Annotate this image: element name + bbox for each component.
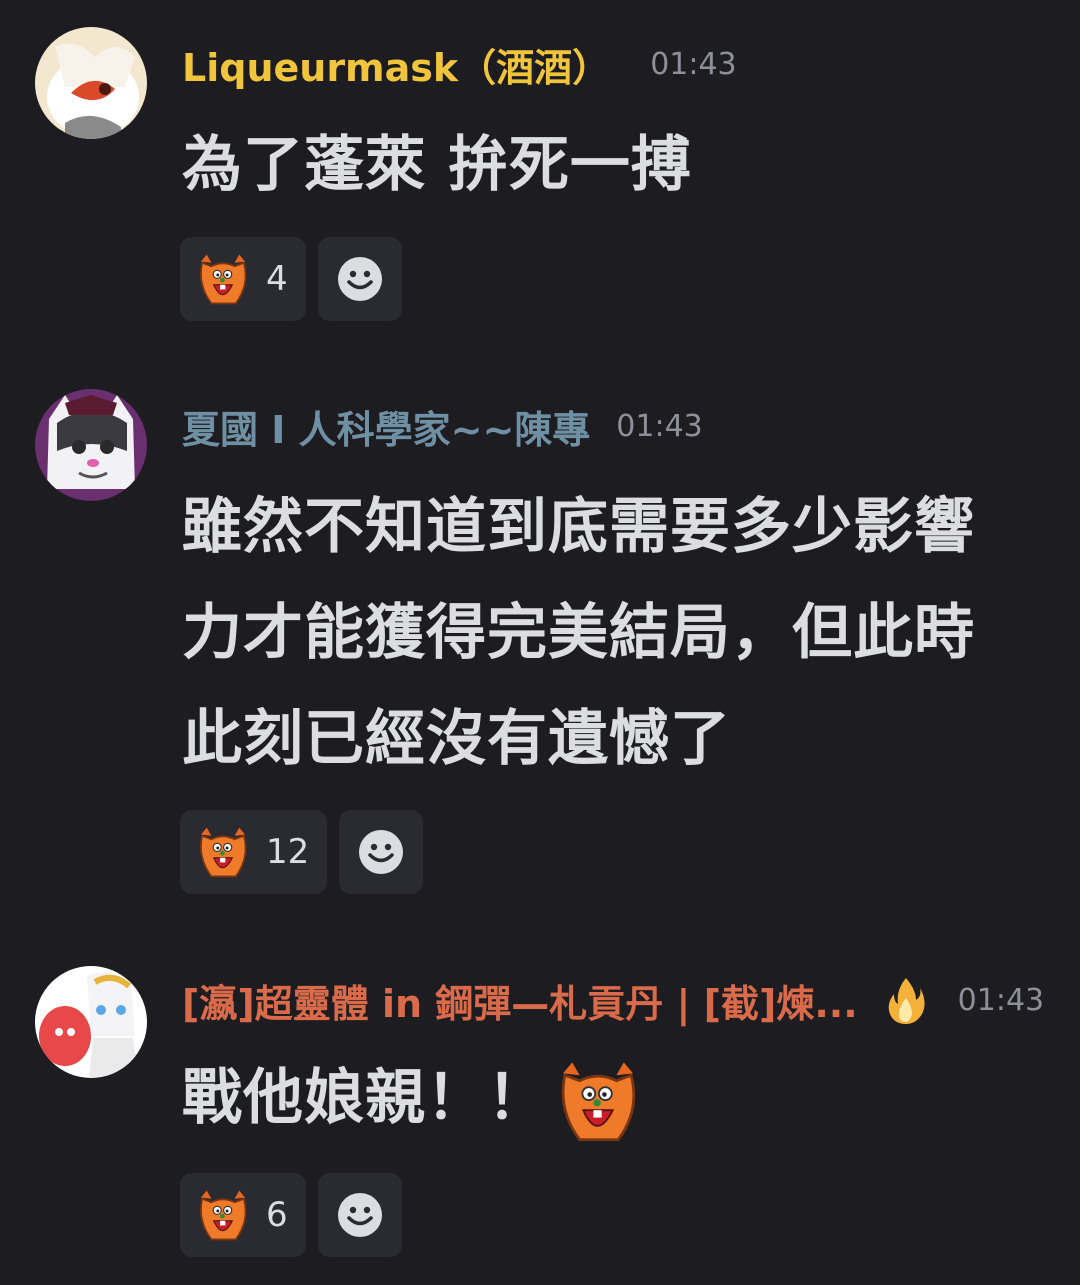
username[interactable]: Liqueurmask（酒酒） <box>182 37 610 92</box>
message-line: 為了蓬萊 拚死一搏 <box>182 130 692 200</box>
smiley-face-icon <box>336 255 384 303</box>
avatar[interactable] <box>35 389 147 501</box>
avatar[interactable] <box>35 966 147 1078</box>
reaction-button[interactable]: 6 <box>180 1173 306 1257</box>
username[interactable]: [瀛]超靈體 in 鋼彈—札貢丹 | [截]煉... <box>182 973 858 1028</box>
reaction-count: 4 <box>266 259 288 299</box>
message-line: 雖然不知道到底需要多少影響 <box>182 492 975 562</box>
smiley-face-icon <box>357 828 405 876</box>
message-header: [瀛]超靈體 in 鋼彈—札貢丹 | [截]煉... 01:43 <box>182 970 1044 1030</box>
message-text: 戰他娘親！！ <box>182 1063 548 1133</box>
orange-squirrel-emoji <box>194 250 252 308</box>
message-content: 為了蓬萊 拚死一搏 <box>182 112 692 218</box>
reaction-button[interactable]: 4 <box>180 237 306 321</box>
message-header: 夏國 I 人科學家~~陳專 01:43 <box>182 396 703 456</box>
message-content: 戰他娘親！！ <box>182 1045 644 1151</box>
orange-squirrel-emoji <box>552 1055 644 1147</box>
avatar[interactable] <box>35 27 147 139</box>
timestamp: 01:43 <box>616 408 703 444</box>
reactions-bar: 4 <box>180 237 402 321</box>
reaction-count: 12 <box>266 832 310 872</box>
message-line: 此刻已經沒有遺憾了 <box>182 704 731 774</box>
message-content: 雖然不知道到底需要多少影響 力才能獲得完美結局，但此時 此刻已經沒有遺憾了 <box>182 474 975 792</box>
timestamp: 01:43 <box>957 982 1045 1018</box>
message-line: 戰他娘親！！ <box>182 1045 644 1151</box>
add-reaction-button[interactable] <box>317 1173 402 1257</box>
message-line: 力才能獲得完美結局，但此時 <box>182 598 975 668</box>
message-header: Liqueurmask（酒酒） 01:43 <box>182 34 737 94</box>
chat-message-list: Liqueurmask（酒酒） 01:43 為了蓬萊 拚死一搏 4 夏國 I 人… <box>0 0 1080 1285</box>
orange-squirrel-emoji <box>194 823 252 881</box>
reaction-button[interactable]: 12 <box>180 810 328 894</box>
orange-squirrel-emoji <box>194 1186 252 1244</box>
fire-icon <box>888 978 925 1024</box>
smiley-face-icon <box>336 1191 384 1239</box>
reactions-bar: 6 <box>180 1173 402 1257</box>
username[interactable]: 夏國 I 人科學家~~陳專 <box>182 399 590 454</box>
timestamp: 01:43 <box>650 46 737 82</box>
reaction-count: 6 <box>266 1195 288 1235</box>
add-reaction-button[interactable] <box>339 810 424 894</box>
reactions-bar: 12 <box>180 810 424 894</box>
add-reaction-button[interactable] <box>317 237 402 321</box>
